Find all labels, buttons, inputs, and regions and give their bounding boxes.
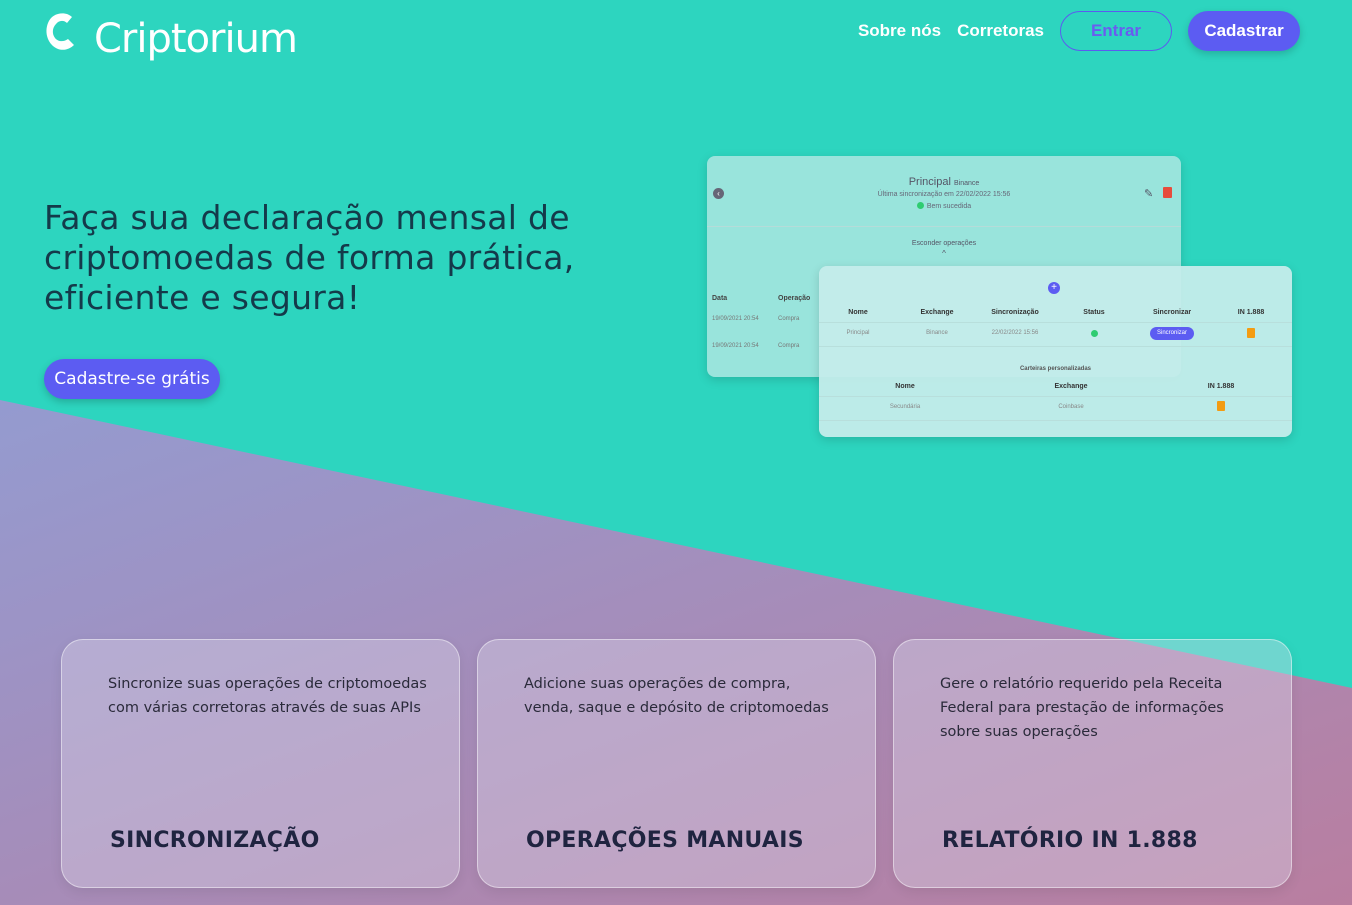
column-header: Sincronizar xyxy=(1152,309,1192,316)
signup-free-button[interactable]: Cadastre-se grátis xyxy=(44,359,220,399)
nav-link-brokers[interactable]: Corretoras xyxy=(957,21,1044,41)
nav-link-about[interactable]: Sobre nós xyxy=(858,21,941,41)
column-header: IN 1.888 xyxy=(1237,309,1265,316)
login-button[interactable]: Entrar xyxy=(1060,11,1172,51)
feature-title: SINCRONIZAÇÃO xyxy=(110,828,320,853)
status-ok-icon xyxy=(1091,330,1098,337)
hero-title: Faça sua declaração mensal de criptomoed… xyxy=(44,198,575,317)
column-header: Nome xyxy=(848,309,868,316)
edit-icon: ✎ xyxy=(1144,188,1154,200)
cell-name: Principal xyxy=(846,330,870,336)
feature-description: Gere o relatório requerido pela Receita … xyxy=(940,676,1224,740)
feature-card-report: Gere o relatório requerido pela Receita … xyxy=(893,639,1292,888)
cell-sync-date: 22/02/2022 15:56 xyxy=(991,330,1039,336)
wallets-table-mockup: + Nome Exchange Sincronização Status Sin… xyxy=(819,266,1292,437)
signup-button[interactable]: Cadastrar xyxy=(1188,11,1300,51)
document-icon xyxy=(1217,401,1225,411)
feature-title: OPERAÇÕES MANUAIS xyxy=(526,828,804,853)
custom-wallets-title: Carteiras personalizadas xyxy=(1019,366,1092,372)
add-icon: + xyxy=(1048,282,1060,294)
column-header: Data xyxy=(712,295,728,302)
wallet-title: Principal xyxy=(908,176,951,188)
wallet-exchange: Binance xyxy=(953,180,980,187)
wallet-status: Bem sucedida xyxy=(926,203,972,210)
column-header: Exchange xyxy=(1054,383,1088,390)
column-header: Status xyxy=(1083,309,1105,316)
brand-name: Criptorium xyxy=(94,16,298,62)
sync-button: Sincronizar xyxy=(1150,327,1194,340)
chevron-up-icon: ^ xyxy=(942,249,946,258)
feature-description: Adicione suas operações de compra, venda… xyxy=(524,676,829,716)
cell-date: 19/09/2021 20:54 xyxy=(712,316,759,322)
column-header: Nome xyxy=(895,383,915,390)
feature-description: Sincronize suas operações de criptomoeda… xyxy=(108,676,427,716)
wallet-last-sync: Última sincronização em 22/02/2022 15:56 xyxy=(877,191,1011,198)
cell-exchange: Binance xyxy=(926,330,948,336)
cell-exchange: Coinbase xyxy=(1058,404,1084,410)
c-logo-icon xyxy=(46,13,74,50)
column-header: Operação xyxy=(778,295,811,302)
cell-operation: Compra xyxy=(778,316,800,322)
column-header: Sincronização xyxy=(991,309,1039,316)
feature-title: RELATÓRIO IN 1.888 xyxy=(942,828,1198,853)
column-header: IN 1.888 xyxy=(1207,383,1235,390)
success-icon xyxy=(916,202,924,209)
feature-card-manual-ops: Adicione suas operações de compra, venda… xyxy=(477,639,876,888)
trash-icon xyxy=(1163,187,1172,198)
feature-card-sync: Sincronize suas operações de criptomoeda… xyxy=(61,639,460,888)
cell-operation: Compra xyxy=(778,343,800,349)
hide-operations-label: Esconder operações xyxy=(911,240,977,247)
column-header: Exchange xyxy=(920,309,954,316)
top-nav: Sobre nós Corretoras Entrar Cadastrar xyxy=(858,11,1300,51)
cell-name: Secundária xyxy=(889,404,921,410)
document-icon xyxy=(1247,328,1255,338)
cell-date: 19/09/2021 20:54 xyxy=(712,343,759,349)
